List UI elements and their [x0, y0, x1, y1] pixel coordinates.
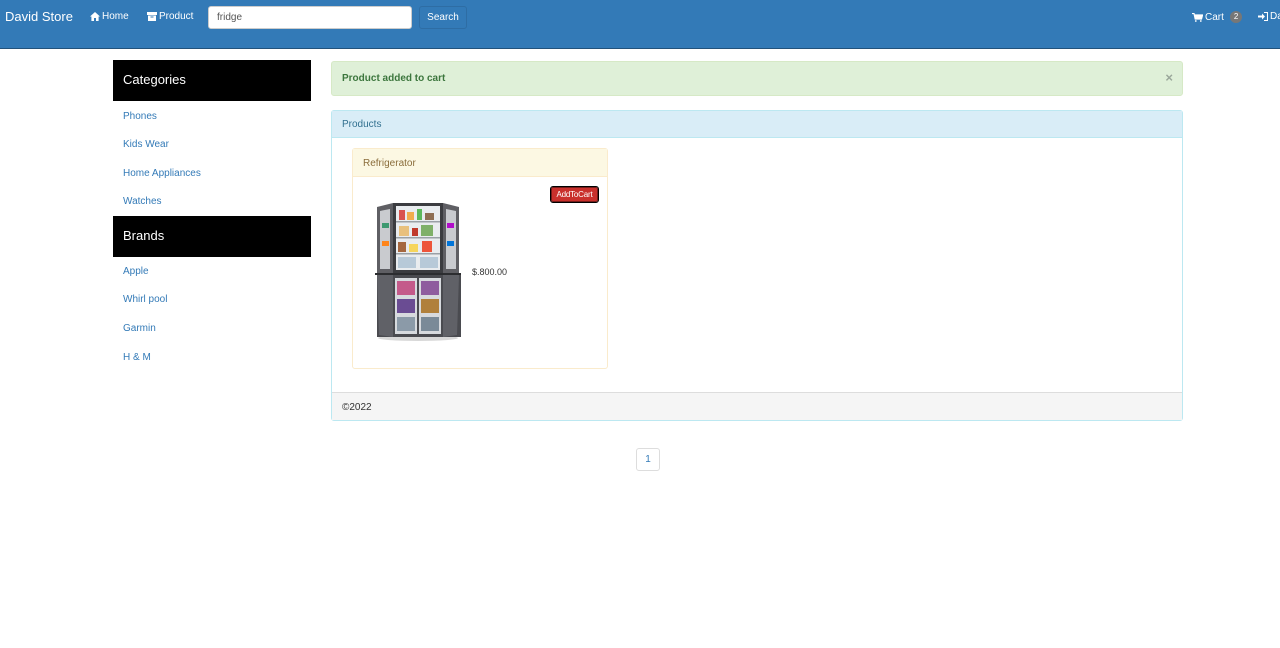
categories-header: Categories: [113, 60, 311, 101]
brand-link-apple[interactable]: Apple: [123, 266, 149, 277]
brand-link-whirlpool[interactable]: Whirl pool: [123, 294, 167, 305]
add-to-cart-button[interactable]: AddToCart: [550, 186, 599, 203]
category-link-phones[interactable]: Phones: [123, 111, 157, 122]
brands-header: Brands: [113, 216, 311, 257]
search-button[interactable]: Search: [419, 6, 467, 29]
login-icon: [1258, 12, 1268, 21]
home-icon: [90, 12, 100, 21]
category-link-kids-wear[interactable]: Kids Wear: [123, 139, 169, 150]
nav-account-label: Da: [1270, 11, 1280, 22]
product-price: $.800.00: [472, 267, 508, 277]
alert-message: Product added to cart: [342, 73, 446, 84]
nav-product-link[interactable]: Product: [147, 11, 193, 22]
product-card: Refrigerator AddToCart $.800.00: [352, 148, 608, 369]
product-name: Refrigerator: [353, 149, 607, 177]
nav-cart-label: Cart: [1205, 11, 1224, 23]
cart-count-badge: 2: [1229, 11, 1243, 23]
category-link-watches[interactable]: Watches: [123, 196, 162, 207]
brand-link-garmin[interactable]: Garmin: [123, 323, 156, 334]
nav-product-label: Product: [159, 11, 194, 22]
brand-link[interactable]: David Store: [5, 9, 73, 24]
products-panel-title: Products: [332, 111, 1182, 138]
category-link-home-appliances[interactable]: Home Appliances: [123, 168, 201, 179]
nav-home-label: Home: [102, 11, 129, 22]
search-input[interactable]: [208, 6, 412, 29]
success-alert: Product added to cart ×: [331, 61, 1183, 96]
brand-link-hm[interactable]: H & M: [123, 352, 151, 363]
pagination-page-1[interactable]: 1: [636, 448, 660, 471]
nav-account-link[interactable]: Da: [1258, 11, 1280, 22]
cart-icon: [1192, 12, 1203, 22]
products-panel: Products Refrigerator AddToCart $.800.00…: [331, 110, 1183, 421]
nav-home-link[interactable]: Home: [90, 11, 129, 22]
product-icon: [147, 12, 157, 21]
navbar: David Store Home Product Search Cart 2: [0, 0, 1280, 49]
refrigerator-image: [375, 201, 461, 341]
products-panel-footer: ©2022: [332, 392, 1182, 420]
nav-cart-link[interactable]: Cart 2: [1192, 11, 1243, 23]
alert-close-button[interactable]: ×: [1165, 71, 1173, 85]
